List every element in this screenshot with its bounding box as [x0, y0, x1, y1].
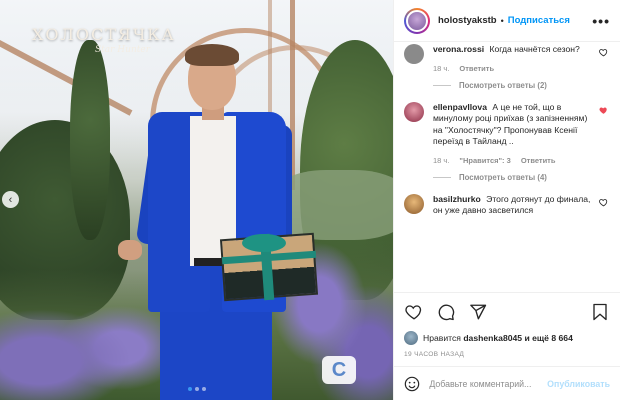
comments-list[interactable]: verona.rossi Когда начнётся сезон? 18 ч.…	[394, 42, 620, 292]
comment-text-block: basilzhurko Этого дотянут до финала, он …	[433, 194, 593, 217]
commenter-avatar[interactable]	[404, 44, 424, 64]
post-header: holostyakstb • Подписаться •••	[394, 0, 620, 42]
view-replies-button[interactable]: Посмотреть ответы (2)	[433, 81, 593, 90]
show-logo: ХОЛОСТЯЧКА	[32, 25, 176, 44]
heart-icon[interactable]	[599, 198, 608, 209]
post-actions: Нравится dashenka8045 и ещё 8 664 19 ЧАС…	[394, 292, 620, 358]
paper-plane-icon	[470, 304, 487, 320]
view-replies-button[interactable]: Посмотреть ответы (4)	[433, 173, 593, 182]
post-side-panel: holostyakstb • Подписаться ••• verona.ro…	[393, 0, 620, 400]
gift-bow	[242, 234, 286, 252]
view-replies-label: Посмотреть ответы (2)	[459, 80, 547, 90]
carousel-dots	[188, 387, 206, 391]
hand	[118, 240, 142, 260]
commenter-username[interactable]: basilzhurko	[433, 194, 481, 204]
liker-avatar	[404, 331, 418, 345]
commenter-avatar[interactable]	[404, 101, 424, 122]
bookmark-icon	[593, 303, 607, 321]
post-viewer: ХОЛОСТЯЧКА Star Hunter ‹ C holostyakstb …	[0, 0, 620, 400]
carousel-dot	[202, 387, 206, 391]
channel-logo-letter: C	[331, 358, 347, 381]
commenter-avatar[interactable]	[404, 193, 424, 214]
action-buttons-row	[404, 301, 610, 323]
reply-button[interactable]: Ответить	[521, 156, 556, 165]
header-separator: •	[500, 15, 504, 26]
post-timestamp: 19 ЧАСОВ НАЗАД	[404, 351, 465, 358]
previous-photo-button[interactable]: ‹	[2, 191, 19, 208]
add-comment-bar: Опубликовать	[394, 366, 620, 400]
heart-filled-icon[interactable]	[599, 106, 608, 117]
comment-time: 18 ч.	[433, 63, 450, 73]
avatar-image	[406, 9, 428, 32]
show-logo-subtitle: Star Hunter	[95, 45, 150, 55]
follow-button[interactable]: Подписаться	[508, 15, 570, 26]
reply-button[interactable]: Ответить	[459, 64, 494, 73]
comment-meta: 18 ч. Ответить	[433, 64, 593, 73]
smiley-icon	[404, 376, 420, 391]
chevron-left-icon: ‹	[8, 193, 13, 206]
comment-meta: 18 ч. "Нравится": 3 Ответить	[433, 156, 593, 165]
channel-logo: C	[322, 356, 356, 384]
more-options-icon[interactable]: •••	[592, 13, 610, 29]
commenter-username[interactable]: verona.rossi	[433, 44, 484, 54]
replies-line	[433, 84, 451, 86]
commenter-username[interactable]: ellenpavllova	[433, 102, 487, 112]
author-username[interactable]: holostyakstb	[438, 15, 497, 26]
share-button[interactable]	[468, 302, 488, 322]
likes-summary[interactable]: Нравится dashenka8045 и ещё 8 664	[404, 331, 610, 345]
carousel-dot	[188, 387, 192, 391]
author-avatar[interactable]	[404, 7, 430, 34]
comment-text-block: verona.rossi Когда начнётся сезон?	[433, 44, 593, 56]
like-button[interactable]	[404, 302, 424, 322]
post-photo[interactable]: ХОЛОСТЯЧКА Star Hunter ‹ C	[0, 0, 393, 400]
carousel-dot	[195, 387, 199, 391]
tree	[70, 40, 110, 240]
comment-input[interactable]	[429, 378, 548, 389]
comment-text: Когда начнётся сезон?	[489, 44, 580, 54]
comment-bubble-icon	[438, 304, 455, 321]
view-replies-label: Посмотреть ответы (4)	[459, 172, 547, 182]
man-in-blue-suit	[118, 40, 310, 400]
replies-line	[433, 176, 451, 178]
heart-icon[interactable]	[599, 48, 608, 59]
likes-prefix: Нравится	[423, 333, 461, 343]
comment-time: 18 ч.	[433, 155, 450, 165]
heart-icon	[405, 305, 422, 320]
publish-button[interactable]: Опубликовать	[547, 379, 610, 389]
emoji-button[interactable]	[404, 375, 420, 393]
hair	[185, 44, 239, 66]
comment-likes-count[interactable]: "Нравится": 3	[459, 156, 510, 165]
comment-item: verona.rossi Когда начнётся сезон? 18 ч.…	[404, 44, 610, 90]
comment-item: ellenpavllova А це не той, що в минулому…	[404, 101, 610, 182]
likes-count[interactable]: и ещё 8 664	[524, 333, 572, 343]
comment-button[interactable]	[436, 302, 456, 322]
liker-username[interactable]: dashenka8045	[463, 333, 522, 343]
comment-text-block: ellenpavllova А це не той, що в минулому…	[433, 102, 593, 148]
save-button[interactable]	[590, 302, 610, 322]
comment-item: basilzhurko Этого дотянут до финала, он …	[404, 193, 610, 217]
